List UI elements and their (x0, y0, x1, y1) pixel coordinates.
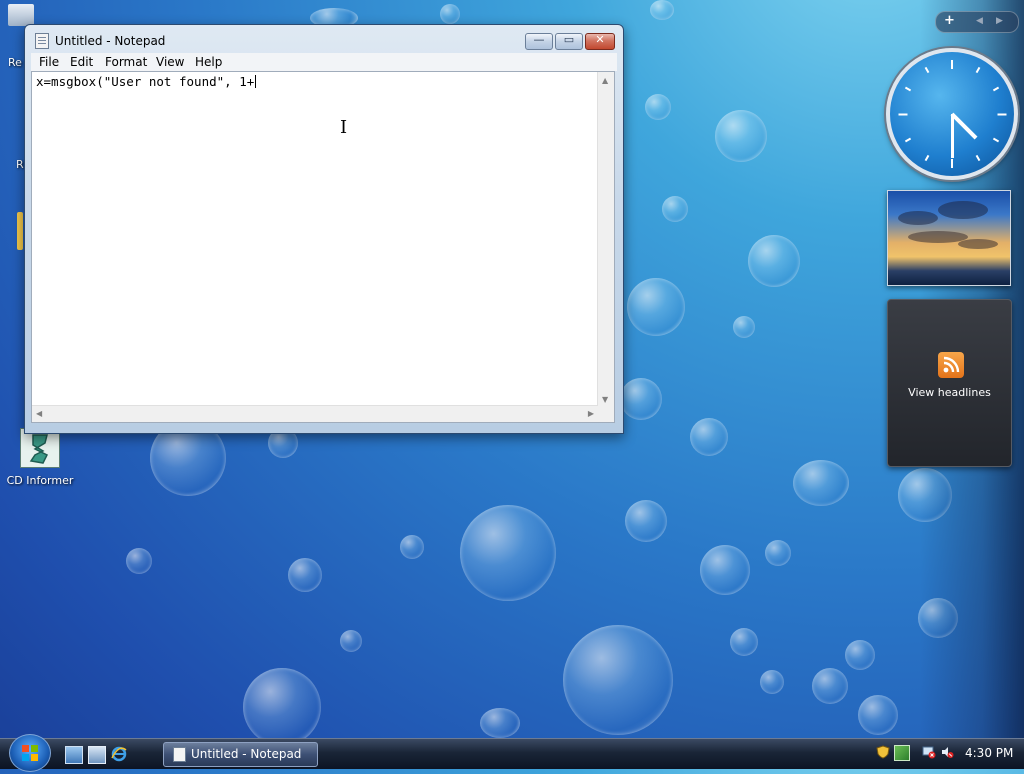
internet-explorer-icon[interactable] (111, 746, 127, 762)
ibeam-cursor-icon: I (340, 117, 348, 138)
maximize-icon: ▭ (563, 33, 575, 46)
cd-informer-shortcut[interactable]: CD Informer (4, 428, 76, 487)
scroll-left-icon[interactable]: ◀ (36, 409, 42, 418)
taskbar: Untitled - Notepad 4:30 PM (0, 734, 1024, 772)
next-gadget-button[interactable]: ▶ (996, 16, 1003, 26)
menu-file[interactable]: File (39, 55, 59, 69)
slideshow-gadget[interactable] (887, 190, 1011, 286)
menu-bar: File Edit Format View Help (31, 53, 617, 71)
editor-content: x=msgbox("User not found", 1+ (36, 74, 255, 89)
window-title: Untitled - Notepad (55, 34, 166, 48)
cd-informer-glyph (29, 434, 49, 464)
recycle-bin-icon[interactable]: Re (6, 4, 36, 69)
clock-tick (898, 113, 907, 115)
taskbar-clock[interactable]: 4:30 PM (965, 746, 1013, 760)
text-caret (255, 75, 257, 88)
scroll-right-icon[interactable]: ▶ (588, 409, 594, 418)
cd-informer-icon (20, 428, 60, 468)
clock-tick (924, 155, 929, 162)
desktop-icon-folder-partial[interactable] (17, 212, 23, 250)
clock-tick (904, 86, 911, 91)
windows-logo-icon (22, 745, 38, 761)
notepad-window[interactable]: Untitled - Notepad — ▭ ✕ File Edit Forma… (24, 24, 624, 434)
clock-tick (993, 137, 1000, 142)
vertical-scrollbar[interactable]: ▲ ▼ (597, 72, 614, 406)
feed-headlines-gadget[interactable]: View headlines (887, 299, 1012, 467)
clock-tick (975, 66, 980, 73)
sidebar-controls: + ◀ ▶ (935, 11, 1019, 33)
notepad-taskbar-icon (173, 747, 186, 762)
volume-muted-icon[interactable] (940, 745, 954, 759)
switch-windows-icon[interactable] (88, 746, 106, 764)
security-shield-icon[interactable] (876, 745, 890, 759)
prev-gadget-button[interactable]: ◀ (976, 16, 983, 26)
menu-help[interactable]: Help (195, 55, 222, 69)
clock-tick (904, 137, 911, 142)
minimize-icon: — (533, 33, 545, 46)
scroll-down-icon[interactable]: ▼ (602, 395, 608, 404)
menu-view[interactable]: View (156, 55, 184, 69)
cd-informer-label: CD Informer (6, 474, 74, 487)
recycle-bin-label: Re (8, 56, 22, 69)
scroll-up-icon[interactable]: ▲ (602, 76, 608, 85)
clock-tick (951, 60, 953, 69)
show-desktop-icon[interactable] (65, 746, 83, 764)
clock-tick (993, 86, 1000, 91)
taskbar-notepad-button[interactable]: Untitled - Notepad (163, 742, 318, 767)
add-gadget-button[interactable]: + (944, 13, 955, 28)
clock-tick (951, 159, 953, 168)
taskbar-notepad-label: Untitled - Notepad (191, 747, 302, 761)
minimize-button[interactable]: — (525, 33, 553, 50)
network-icon[interactable] (894, 745, 910, 761)
clock-tick (975, 155, 980, 162)
clock-minute-hand (950, 114, 954, 158)
clock-hour-hand (950, 112, 978, 140)
clock-tick (997, 113, 1006, 115)
close-icon: ✕ (595, 33, 605, 46)
desktop-icon-label: R (16, 158, 24, 171)
menu-format[interactable]: Format (105, 55, 147, 69)
title-bar[interactable]: Untitled - Notepad — ▭ ✕ (25, 25, 623, 51)
size-grip[interactable] (598, 406, 614, 422)
rss-icon (938, 352, 964, 378)
notepad-icon (35, 33, 49, 49)
menu-edit[interactable]: Edit (70, 55, 93, 69)
view-headlines-link[interactable]: View headlines (888, 386, 1011, 399)
clock-tick (924, 66, 929, 73)
network-disconnected-icon[interactable] (922, 745, 936, 759)
text-editor[interactable]: x=msgbox("User not found", 1+ ▲ ▼ ◀ ▶ (31, 71, 615, 423)
start-button[interactable] (9, 734, 51, 772)
maximize-button[interactable]: ▭ (555, 33, 583, 50)
close-button[interactable]: ✕ (585, 33, 615, 50)
clock-gadget[interactable] (886, 48, 1018, 180)
horizontal-scrollbar[interactable]: ◀ ▶ (32, 405, 598, 422)
